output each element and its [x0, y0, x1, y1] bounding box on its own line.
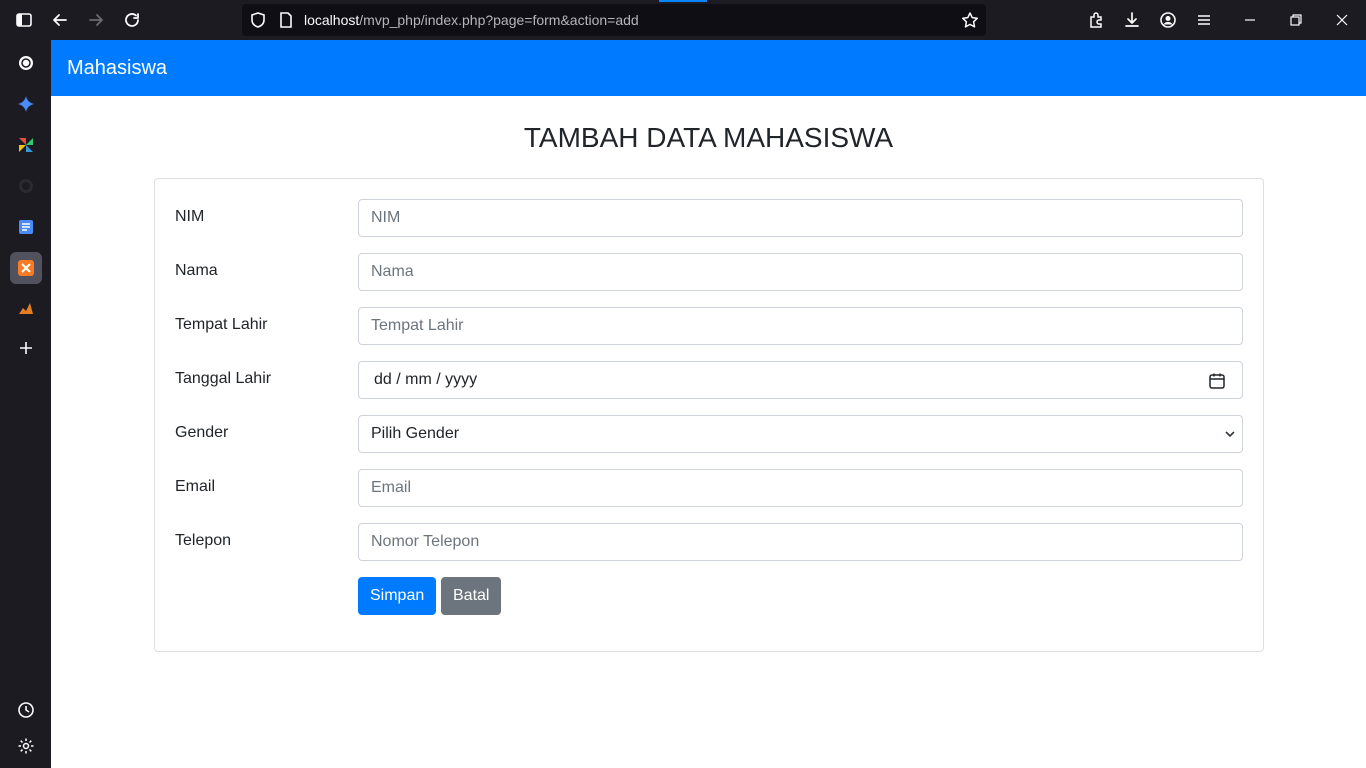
menu-icon[interactable] — [1194, 10, 1214, 30]
nim-input[interactable] — [358, 199, 1243, 237]
navbar-brand[interactable]: Mahasiswa — [67, 57, 167, 80]
form-row-nim: NIM — [175, 199, 1244, 237]
forward-icon[interactable] — [86, 10, 106, 30]
sidebar-toggle-icon[interactable] — [14, 10, 34, 30]
page-icon[interactable] — [276, 10, 296, 30]
nama-label: Nama — [175, 262, 218, 279]
xampp-icon[interactable] — [10, 252, 42, 284]
gender-label: Gender — [175, 424, 229, 441]
gemini-icon[interactable] — [13, 91, 39, 117]
save-button[interactable]: Simpan — [358, 577, 436, 615]
account-icon[interactable] — [1158, 10, 1178, 30]
date-format-text: dd / mm / yyyy — [374, 371, 478, 388]
shield-icon[interactable] — [248, 10, 268, 30]
nama-input[interactable] — [358, 253, 1243, 291]
url-text[interactable]: localhost/mvp_php/index.php?page=form&ac… — [304, 12, 639, 28]
browser-sidebar — [0, 40, 51, 768]
telepon-label: Telepon — [175, 532, 232, 549]
browser-toolbar: localhost/mvp_php/index.php?page=form&ac… — [0, 0, 1366, 40]
form-card: NIM Nama Tempat Lahir Tanggal Lahir dd /… — [154, 178, 1264, 652]
page-viewport: Mahasiswa TAMBAH DATA MAHASISWA NIM Nama… — [51, 40, 1366, 768]
settings-gear-icon[interactable] — [13, 733, 39, 759]
download-icon[interactable] — [1122, 10, 1142, 30]
address-bar[interactable]: localhost/mvp_php/index.php?page=form&ac… — [242, 4, 986, 36]
url-host: localhost — [304, 12, 360, 28]
tempat-lahir-input[interactable] — [358, 307, 1243, 345]
gender-select[interactable]: Pilih Gender — [358, 415, 1243, 453]
form-row-telepon: Telepon — [175, 523, 1244, 561]
back-icon[interactable] — [50, 10, 70, 30]
email-input[interactable] — [358, 469, 1243, 507]
cancel-button[interactable]: Batal — [441, 577, 501, 615]
form-row-nama: Nama — [175, 253, 1244, 291]
form-row-email: Email — [175, 469, 1244, 507]
nim-label: NIM — [175, 208, 205, 225]
tanggal-lahir-label: Tanggal Lahir — [175, 370, 272, 387]
minimize-icon[interactable] — [1240, 10, 1260, 30]
matlab-icon[interactable] — [13, 296, 39, 322]
form-row-tanggal-lahir: Tanggal Lahir dd / mm / yyyy — [175, 361, 1244, 399]
email-label: Email — [175, 478, 216, 495]
navbar: Mahasiswa — [51, 40, 1366, 96]
chatgpt-icon[interactable] — [13, 50, 39, 76]
calendar-icon[interactable] — [1208, 372, 1226, 390]
history-icon[interactable] — [13, 697, 39, 723]
close-icon[interactable] — [1332, 10, 1352, 30]
form-row-gender: Gender Pilih Gender — [175, 415, 1244, 453]
chevron-down-icon — [1225, 431, 1235, 438]
telepon-input[interactable] — [358, 523, 1243, 561]
github-icon[interactable] — [13, 173, 39, 199]
url-path: /mvp_php/index.php?page=form&action=add — [359, 12, 639, 28]
gender-selected-value: Pilih Gender — [371, 425, 460, 442]
active-tab-indicator — [659, 0, 707, 2]
add-panel-icon[interactable] — [13, 335, 39, 361]
bookmark-star-icon[interactable] — [960, 10, 980, 30]
tempat-lahir-label: Tempat Lahir — [175, 316, 268, 333]
restore-icon[interactable] — [1286, 10, 1306, 30]
form-actions: Simpan Batal — [175, 577, 1244, 615]
extensions-icon[interactable] — [1086, 10, 1106, 30]
docs-icon[interactable] — [13, 214, 39, 240]
pinwheel-app-icon[interactable] — [13, 132, 39, 158]
tanggal-lahir-date-input[interactable]: dd / mm / yyyy — [358, 361, 1243, 399]
reload-icon[interactable] — [122, 10, 142, 30]
page-title: TAMBAH DATA MAHASISWA — [523, 122, 894, 153]
form-row-tempat-lahir: Tempat Lahir — [175, 307, 1244, 345]
